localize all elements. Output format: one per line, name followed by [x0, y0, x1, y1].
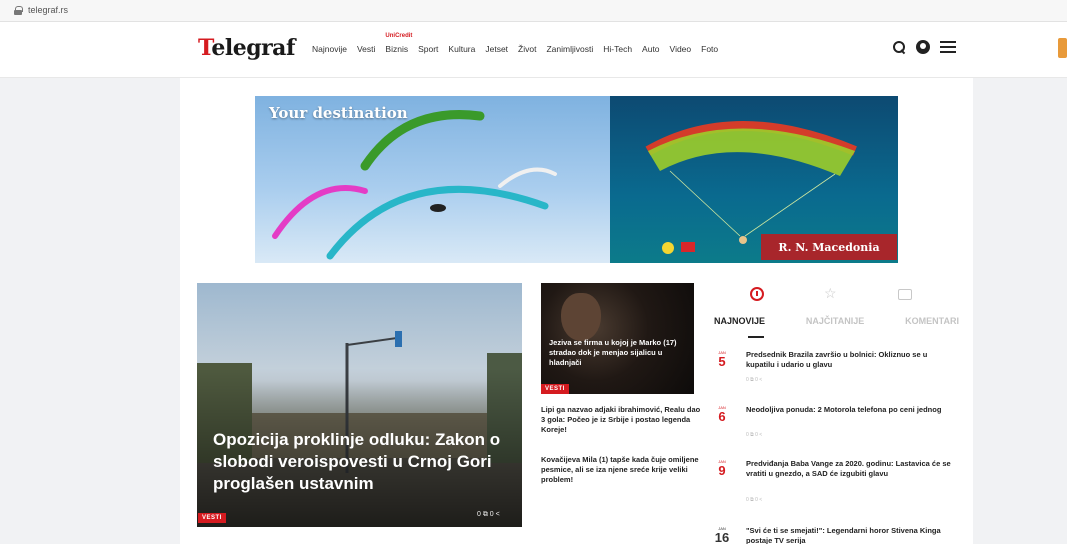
comment-icon[interactable] — [898, 289, 912, 300]
url-text[interactable]: telegraf.rs — [28, 5, 68, 15]
tab-najcitanije[interactable]: NAJČITANIJE — [806, 316, 864, 326]
list-item-meta: 0 ⧉ 0 < — [746, 432, 763, 438]
nav-zanimljivosti[interactable]: Zanimljivosti — [546, 44, 593, 54]
side-widget-tab[interactable] — [1058, 38, 1067, 58]
feature-article[interactable]: Jeziva se firma u kojoj je Marko (17) st… — [541, 283, 694, 394]
nav-biznis[interactable]: UniCredit Biznis — [385, 33, 412, 54]
date-badge: JAN 9 — [718, 459, 726, 478]
nav-najnovije[interactable]: Najnovije — [312, 44, 347, 54]
list-item-meta: 0 ⧉ 0 < — [746, 497, 763, 503]
sidebar-tabs: NAJNOVIJE NAJČITANIJE KOMENTARI — [714, 316, 959, 326]
menu-icon[interactable] — [940, 41, 956, 53]
main-nav: Najnovije Vesti UniCredit Biznis Sport Ku… — [312, 33, 728, 54]
news-sidebar: ☆ NAJNOVIJE NAJČITANIJE KOMENTARI JAN 5 P… — [714, 283, 959, 544]
site-header: Telegraf Najnovije Vesti UniCredit Biznis… — [0, 22, 1067, 78]
nav-zivot[interactable]: Život — [518, 44, 536, 54]
active-tab-indicator — [748, 336, 764, 338]
date-badge: JAN 16 — [714, 526, 730, 544]
nav-hitech[interactable]: Hi-Tech — [603, 44, 632, 54]
sponsor-badge: UniCredit — [385, 33, 413, 39]
clock-icon[interactable] — [750, 287, 764, 301]
site-logo[interactable]: Telegraf — [198, 35, 295, 61]
nav-sport[interactable]: Sport — [418, 44, 438, 54]
user-icon[interactable] — [916, 40, 930, 54]
lock-icon — [14, 6, 23, 15]
list-item-title[interactable]: Predviđanja Baba Vange za 2020. godinu: … — [746, 459, 958, 479]
ad-caption: R. N. Macedonia — [761, 234, 897, 260]
ad-slogan: Your destination — [269, 104, 408, 122]
browser-address-bar[interactable]: telegraf.rs — [0, 0, 1067, 22]
lead-headline[interactable]: Opozicija proklinje odluku: Zakon o slob… — [213, 429, 513, 495]
lead-article[interactable]: Opozicija proklinje odluku: Zakon o slob… — [197, 283, 522, 527]
nav-video[interactable]: Video — [670, 44, 692, 54]
ad-banner[interactable]: Your destination R. N. Macedonia — [255, 96, 898, 263]
list-item-title[interactable]: Neodoljiva ponuda: 2 Motorola telefona p… — [746, 405, 958, 415]
feature-headline[interactable]: Jeziva se firma u kojoj je Marko (17) st… — [549, 338, 689, 368]
sidebar-tab-icons: ☆ — [714, 283, 959, 309]
list-item-meta: 0 ⧉ 0 < — [746, 377, 763, 383]
lead-share-tools[interactable]: 0 ⧉ 0 < — [477, 511, 500, 519]
nav-foto[interactable]: Foto — [701, 44, 718, 54]
tab-najnovije[interactable]: NAJNOVIJE — [714, 316, 765, 326]
story-link[interactable]: Kovačijeva Mila (1) tapše kada čuje omil… — [541, 455, 701, 485]
nav-jetset[interactable]: Jetset — [485, 44, 508, 54]
header-actions — [892, 40, 956, 54]
list-item-title[interactable]: Predsednik Brazila završio u bolnici: Ok… — [746, 350, 958, 370]
list-item-title[interactable]: "Svi će ti se smejati!": Legendarni horo… — [746, 526, 958, 544]
story-link[interactable]: Lipi ga nazvao adjaki ibrahimović, Realu… — [541, 405, 701, 435]
date-badge: JAN 6 — [718, 405, 726, 424]
nav-auto[interactable]: Auto — [642, 44, 660, 54]
nav-vesti[interactable]: Vesti — [357, 44, 375, 54]
nav-kultura[interactable]: Kultura — [448, 44, 475, 54]
feature-photo — [561, 293, 601, 341]
lead-category-tag[interactable]: VESTI — [198, 513, 226, 523]
star-icon[interactable]: ☆ — [824, 285, 838, 301]
date-badge: JAN 5 — [718, 350, 726, 369]
tab-komentari[interactable]: KOMENTARI — [905, 316, 959, 326]
feature-category-tag[interactable]: VESTI — [541, 384, 569, 394]
search-icon[interactable] — [892, 40, 906, 54]
